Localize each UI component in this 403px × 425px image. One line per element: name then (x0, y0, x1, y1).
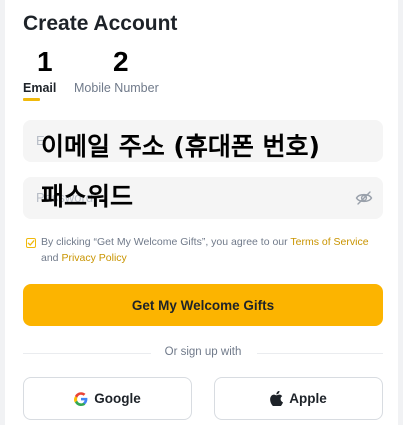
eye-off-icon[interactable] (355, 189, 373, 207)
consent-text-middle: and (41, 252, 62, 264)
consent-text: By clicking “Get My Welcome Gifts”, you … (41, 234, 386, 266)
google-signup-button[interactable]: Google (23, 377, 192, 420)
active-tab-indicator (23, 98, 40, 101)
check-icon (27, 240, 35, 246)
tab-mobile-step[interactable]: 2 (113, 46, 129, 78)
tab-email-step[interactable]: 1 (37, 46, 53, 78)
apple-label: Apple (289, 391, 327, 406)
tab-mobile-number[interactable]: Mobile Number (74, 81, 159, 95)
consent-checkbox[interactable] (26, 238, 36, 248)
consent-text-before: By clicking “Get My Welcome Gifts”, you … (41, 236, 291, 248)
google-label: Google (94, 391, 141, 406)
get-welcome-gifts-button[interactable]: Get My Welcome Gifts (23, 284, 383, 326)
tab-email[interactable]: Email (23, 81, 56, 95)
password-field-annotation: 패스워드 (41, 182, 134, 211)
signup-card: Create Account 1 2 Email Mobile Number E… (5, 0, 398, 425)
page-title: Create Account (23, 12, 178, 35)
privacy-policy-link[interactable]: Privacy Policy (61, 252, 126, 264)
terms-of-service-link[interactable]: Terms of Service (290, 236, 368, 248)
divider-label: Or sign up with (164, 346, 242, 358)
apple-icon (270, 391, 284, 406)
email-field-annotation: 이메일 주소 (휴대폰 번호) (41, 132, 320, 161)
or-sign-up-divider: Or sign up with (23, 346, 383, 360)
apple-signup-button[interactable]: Apple (214, 377, 383, 420)
google-icon (74, 391, 88, 406)
